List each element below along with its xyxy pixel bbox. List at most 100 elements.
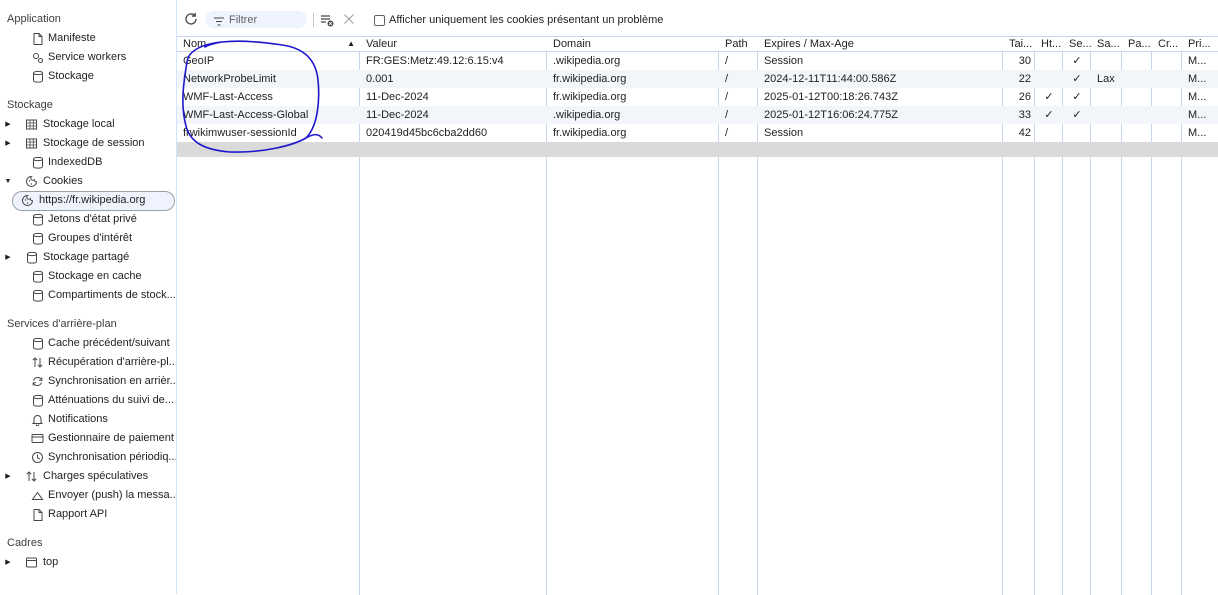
sort-ascending-icon: ▲ [347, 39, 355, 48]
sidebar-item-label: https://fr.wikipedia.org [39, 194, 146, 206]
sidebar-item-label: Stockage [48, 70, 94, 82]
cell-samesite [1091, 108, 1122, 122]
column-header-secure[interactable]: Se... [1063, 37, 1091, 51]
collapsed-arrow-icon[interactable]: ▶ [4, 248, 12, 267]
sidebar-item-label: Stockage partagé [43, 251, 130, 263]
filter-input[interactable] [229, 11, 303, 28]
sidebar-item-manifeste[interactable]: Manifeste [0, 29, 176, 48]
sidebar-item-envoyer-push-la-messa[interactable]: Envoyer (push) la messa... [0, 486, 176, 505]
sidebar-item-stockage-en-cache[interactable]: Stockage en cache [0, 267, 176, 286]
cell-name: NetworkProbeLimit [183, 73, 276, 85]
sidebar-item-cookies[interactable]: ▼ Cookies [0, 172, 176, 191]
table-row[interactable]: GeoIP FR:GES:Metz:49.12:6.15:v4 .wikipedia… [177, 52, 1218, 70]
cell-httponly [1035, 126, 1063, 140]
sidebar-item-gestionnaire-de-paiement[interactable]: Gestionnaire de paiement [0, 429, 176, 448]
only-issues-checkbox[interactable] [374, 15, 385, 26]
refresh-icon[interactable] [183, 11, 199, 27]
sidebar-item-label: Manifeste [48, 32, 96, 44]
cell-path: / [725, 127, 729, 139]
cell-crosssite [1152, 108, 1182, 122]
sidebar-item-label: Stockage local [43, 118, 115, 130]
cell-partition [1122, 126, 1152, 140]
sidebar-item-top[interactable]: ▶ top [0, 553, 176, 572]
close-icon[interactable] [343, 13, 355, 25]
cell-crosssite [1152, 126, 1182, 140]
table-row[interactable]: WMF-Last-Access-Global 11-Dec-2024 .wikipe… [177, 106, 1218, 124]
database-icon [31, 213, 44, 226]
sidebar-item-label: Synchronisation en arrièr... [48, 375, 177, 387]
column-header-value[interactable]: Valeur [360, 37, 547, 51]
sidebar-item-label: Synchronisation périodiq... [48, 451, 177, 463]
collapsed-arrow-icon[interactable]: ▶ [4, 115, 12, 134]
sidebar-item-label: Cookies [43, 175, 83, 187]
column-header-label: Nom [183, 38, 207, 50]
sidebar-item-stockage-de-session[interactable]: ▶ Stockage de session [0, 134, 176, 153]
column-header-httponly[interactable]: Ht... [1035, 37, 1063, 51]
sidebar-item-synchronisation-p-riodiq[interactable]: Synchronisation périodiq... [0, 448, 176, 467]
column-header-path[interactable]: Path [719, 37, 758, 51]
column-header-domain[interactable]: Domain [547, 37, 719, 51]
filter-box[interactable] [205, 11, 307, 28]
column-header-label: Domain [553, 38, 591, 50]
sidebar-item-r-cup-ration-d-arri-re-pl[interactable]: Récupération d'arrière-pl... [0, 353, 176, 372]
sidebar-item-label: Rapport API [48, 508, 108, 520]
sidebar-item-charges-sp-culatives[interactable]: ▶ Charges spéculatives [0, 467, 176, 486]
column-header-expires[interactable]: Expires / Max-Age [758, 37, 1003, 51]
cell-value: 11-Dec-2024 [366, 109, 429, 121]
sidebar-item-service-workers[interactable]: Service workers [0, 48, 176, 67]
sidebar-item-jetons-d-tat-priv[interactable]: Jetons d'état privé [0, 210, 176, 229]
sidebar-item-rapport-api[interactable]: Rapport API [0, 505, 176, 524]
cell-expires: 2025-01-12T16:06:24.775Z [764, 109, 898, 121]
cell-size: 42 [1018, 127, 1031, 139]
selected-empty-row[interactable] [177, 142, 1218, 157]
table-row[interactable]: WMF-Last-Access 11-Dec-2024 fr.wikipedia.o… [177, 88, 1218, 106]
cell-name: frwikimwuser-sessionId [183, 127, 297, 139]
sidebar-item-groupes-d-int-r-t[interactable]: Groupes d'intérêt [0, 229, 176, 248]
expanded-arrow-icon[interactable]: ▼ [4, 172, 12, 191]
sidebar-item-synchronisation-en-arri-r[interactable]: Synchronisation en arrièr... [0, 372, 176, 391]
toolbar-divider [313, 13, 314, 27]
sidebar-item-label: Notifications [48, 413, 108, 425]
sidebar-heading-frames: Cadres [7, 537, 43, 549]
only-issues-label[interactable]: Afficher uniquement les cookies présenta… [389, 12, 663, 28]
sidebar-item-stockage-partag[interactable]: ▶ Stockage partagé [0, 248, 176, 267]
clear-filtered-icon[interactable] [320, 13, 334, 27]
sidebar-item-att-nuations-du-suivi-de[interactable]: Atténuations du suivi de... [0, 391, 176, 410]
cell-priority: M... [1188, 73, 1207, 85]
table-row[interactable]: NetworkProbeLimit 0.001 fr.wikipedia.org / 2… [177, 70, 1218, 88]
column-header-crosssite[interactable]: Cr... [1152, 37, 1182, 51]
cell-crosssite [1152, 72, 1182, 86]
sidebar-item-label: Stockage de session [43, 137, 145, 149]
sidebar-item-label: Stockage en cache [48, 270, 142, 282]
cell-domain: fr.wikipedia.org [553, 91, 627, 103]
cell-priority: M... [1188, 109, 1207, 121]
cell-secure [1063, 126, 1091, 140]
sidebar-item-https-fr-wikipedia-org[interactable]: https://fr.wikipedia.org [0, 191, 176, 211]
cell-partition [1122, 72, 1152, 86]
column-header-label: Tai... [1009, 38, 1033, 50]
collapsed-arrow-icon[interactable]: ▶ [4, 553, 12, 572]
column-header-partition[interactable]: Pa... [1122, 37, 1152, 51]
sidebar-item-compartiments-de-stock[interactable]: Compartiments de stock... [0, 286, 176, 305]
collapsed-arrow-icon[interactable]: ▶ [4, 134, 12, 153]
sidebar-item-stockage-local[interactable]: ▶ Stockage local [0, 115, 176, 134]
collapsed-arrow-icon[interactable]: ▶ [4, 467, 12, 486]
column-header-priority[interactable]: Pri... [1182, 37, 1218, 51]
cell-value: FR:GES:Metz:49.12:6.15:v4 [366, 55, 504, 67]
cell-priority: M... [1188, 91, 1207, 103]
table-row[interactable]: frwikimwuser-sessionId 020419d45bc6cba2dd… [177, 124, 1218, 142]
sync-icon [31, 375, 44, 388]
cell-secure: ✓ [1072, 55, 1082, 67]
bell-icon [31, 413, 44, 426]
column-header-samesite[interactable]: Sa... [1091, 37, 1122, 51]
column-header-size[interactable]: Tai... [1003, 37, 1035, 51]
sidebar-item-notifications[interactable]: Notifications [0, 410, 176, 429]
sidebar-item-cache-pr-c-dent-suivant[interactable]: Cache précédent/suivant [0, 334, 176, 353]
cell-path: / [725, 91, 729, 103]
sidebar-item-indexeddb[interactable]: IndexedDB [0, 153, 176, 172]
cell-partition [1122, 90, 1152, 104]
sidebar-item-stockage[interactable]: Stockage [0, 67, 176, 86]
cell-size: 26 [1018, 91, 1031, 103]
column-header-name[interactable]: Nom ▲ [177, 37, 360, 51]
cell-expires: 2025-01-12T00:18:26.743Z [764, 91, 898, 103]
